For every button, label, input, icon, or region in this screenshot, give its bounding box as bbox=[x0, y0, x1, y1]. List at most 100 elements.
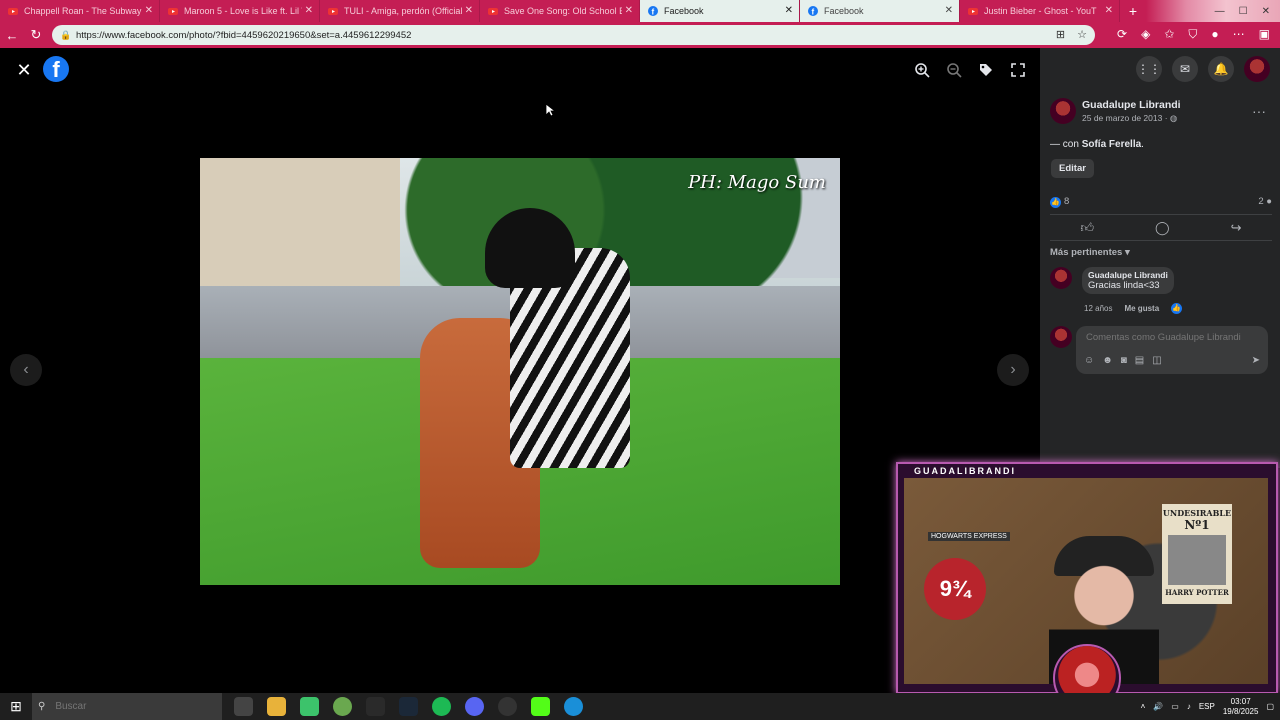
comment-sort-dropdown[interactable]: Más pertinentes ▾ bbox=[1050, 247, 1130, 258]
maximize-icon[interactable]: ☐ bbox=[1239, 6, 1248, 17]
comments-count-group[interactable]: 2 ● bbox=[1258, 196, 1272, 208]
webcam-overlay: GUADALIBRANDI HOGWARTS EXPRESS 9¾ UNDESI… bbox=[896, 462, 1278, 712]
tab-chappell-roan[interactable]: Chappell Roan - The Subway (Of ✕ bbox=[0, 0, 160, 22]
channel-name: GUADALIBRANDI bbox=[914, 466, 1016, 476]
likes-count-group[interactable]: 👍 8 bbox=[1050, 196, 1069, 208]
back-icon[interactable]: ← bbox=[0, 28, 24, 43]
facebook-logo-icon[interactable]: f bbox=[43, 56, 69, 82]
poster-name: HARRY POTTER bbox=[1165, 588, 1229, 597]
tab-title: Save One Song: Old School Editi bbox=[504, 6, 622, 16]
like-icon[interactable]: 👍︎ bbox=[1080, 220, 1094, 236]
favorite-star-icon[interactable]: ☆ bbox=[1077, 28, 1087, 41]
next-photo-button[interactable]: › bbox=[997, 354, 1029, 386]
file-explorer-icon[interactable] bbox=[267, 697, 286, 716]
fullscreen-icon[interactable] bbox=[1008, 62, 1028, 82]
tab-tuli[interactable]: TULI - Amiga, perdón (Official Vi ✕ bbox=[320, 0, 480, 22]
comment-like-button[interactable]: Me gusta bbox=[1124, 304, 1159, 313]
input-language[interactable]: ESP bbox=[1199, 702, 1215, 711]
previous-photo-button[interactable]: ‹ bbox=[10, 354, 42, 386]
url-box[interactable]: 🔒 ⊞ ☆ bbox=[52, 25, 1095, 45]
zoom-out-icon[interactable] bbox=[944, 62, 964, 82]
menu-grid-icon[interactable]: ⋮⋮ bbox=[1136, 56, 1162, 82]
kick-icon[interactable] bbox=[531, 697, 550, 716]
close-viewer-button[interactable]: ✕ bbox=[14, 60, 34, 80]
messenger-icon[interactable]: ✉ bbox=[1172, 56, 1198, 82]
system-tray: ˄ 🔊 ▭ ♪ ESP 03:07 19/8/2025 ▢ bbox=[1141, 693, 1274, 720]
refresh-icon[interactable]: ↻ bbox=[24, 27, 48, 43]
app-available-icon[interactable]: ⊞ bbox=[1056, 28, 1065, 41]
zoom-in-icon[interactable] bbox=[912, 62, 932, 82]
notifications-icon[interactable]: ▢ bbox=[1266, 702, 1274, 711]
shield-icon[interactable]: ⛉ bbox=[1188, 27, 1197, 42]
spotify-icon[interactable] bbox=[432, 697, 451, 716]
gif-icon[interactable]: ▤ bbox=[1135, 355, 1144, 366]
emoji-icon[interactable]: ☻ bbox=[1102, 355, 1113, 366]
close-tab-icon[interactable]: ✕ bbox=[465, 5, 473, 16]
new-tab-button[interactable]: + bbox=[1120, 0, 1146, 22]
comment-age[interactable]: 12 años bbox=[1084, 304, 1112, 313]
hogwarts-sign: HOGWARTS EXPRESS bbox=[928, 532, 1010, 541]
task-view-icon[interactable] bbox=[234, 697, 253, 716]
chevron-up-icon[interactable]: ˄ bbox=[1141, 702, 1146, 711]
tagged-person[interactable]: Sofía Ferella bbox=[1082, 139, 1141, 150]
tab-maroon-5[interactable]: Maroon 5 - Love is Like ft. Lil Wa ✕ bbox=[160, 0, 320, 22]
sticker-icon[interactable]: ◫ bbox=[1152, 355, 1161, 366]
comment-author[interactable]: Guadalupe Librandi bbox=[1088, 270, 1168, 280]
close-tab-icon[interactable]: ✕ bbox=[1105, 5, 1113, 16]
tab-justin-bieber[interactable]: Justin Bieber - Ghost - YouT ✕ bbox=[960, 0, 1120, 22]
favorites-icon[interactable]: ✩ bbox=[1164, 27, 1174, 42]
close-tab-icon[interactable]: ✕ bbox=[785, 5, 793, 16]
avatar-sticker-icon[interactable]: ☺ bbox=[1084, 355, 1094, 366]
tab-facebook[interactable]: f Facebook ✕ bbox=[800, 0, 960, 22]
comment-input[interactable] bbox=[1084, 331, 1258, 344]
close-tab-icon[interactable]: ✕ bbox=[945, 5, 953, 16]
send-icon[interactable]: ➤ bbox=[1252, 355, 1260, 366]
mouse-cursor-icon bbox=[545, 103, 555, 117]
extension-icon[interactable]: ◈ bbox=[1141, 27, 1150, 42]
taskbar-search-input[interactable] bbox=[53, 700, 208, 713]
minimize-icon[interactable]: — bbox=[1215, 6, 1225, 17]
network-icon[interactable]: ▭ bbox=[1171, 702, 1179, 711]
close-tab-icon[interactable]: ✕ bbox=[145, 5, 153, 16]
post-options-button[interactable]: ··· bbox=[1252, 103, 1266, 119]
edge-icon[interactable] bbox=[564, 697, 583, 716]
taskbar-search[interactable]: ⚲ bbox=[32, 693, 222, 720]
post-date[interactable]: 25 de marzo de 2013 · bbox=[1082, 113, 1170, 123]
camera-icon[interactable]: ◙ bbox=[1121, 355, 1127, 366]
edit-button[interactable]: Editar bbox=[1051, 159, 1094, 178]
steam-icon[interactable] bbox=[399, 697, 418, 716]
windows-start-icon[interactable]: ⊞ bbox=[0, 698, 32, 715]
obs-icon[interactable] bbox=[498, 697, 517, 716]
speaker-icon[interactable]: ♪ bbox=[1187, 702, 1191, 711]
composer-tools: ☺ ☻ ◙ ▤ ◫ bbox=[1084, 355, 1162, 366]
tab-save-one-song[interactable]: Save One Song: Old School Editi ✕ bbox=[480, 0, 640, 22]
discord-icon[interactable] bbox=[465, 697, 484, 716]
sync-icon[interactable]: ⟳ bbox=[1117, 27, 1127, 42]
volume-icon[interactable]: 🔊 bbox=[1153, 702, 1163, 711]
comment: Guadalupe Librandi Gracias linda<33 bbox=[1050, 267, 1174, 294]
author-avatar[interactable] bbox=[1050, 98, 1076, 124]
tab-facebook-active[interactable]: f Facebook ✕ bbox=[640, 0, 800, 22]
comment-box[interactable]: ☺ ☻ ◙ ▤ ◫ ➤ bbox=[1076, 326, 1268, 374]
account-avatar[interactable] bbox=[1244, 56, 1270, 82]
share-icon[interactable]: ↪ bbox=[1231, 220, 1242, 236]
clock[interactable]: 03:07 19/8/2025 bbox=[1223, 697, 1259, 717]
comment-icon[interactable]: ◯ bbox=[1155, 220, 1170, 236]
sidebar-icon[interactable]: ▣ bbox=[1259, 27, 1270, 42]
close-tab-icon[interactable]: ✕ bbox=[625, 5, 633, 16]
comments-count: 2 bbox=[1258, 196, 1264, 207]
commenter-avatar[interactable] bbox=[1050, 267, 1072, 289]
tab-title: TULI - Amiga, perdón (Official Vi bbox=[344, 6, 462, 16]
epic-games-icon[interactable] bbox=[366, 697, 385, 716]
url-input[interactable] bbox=[74, 28, 978, 42]
minecraft-icon[interactable] bbox=[300, 697, 319, 716]
notifications-bell-icon[interactable]: 🔔 bbox=[1208, 56, 1234, 82]
close-tab-icon[interactable]: ✕ bbox=[305, 5, 313, 16]
tag-icon[interactable] bbox=[976, 62, 996, 82]
post-author[interactable]: Guadalupe Librandi bbox=[1082, 99, 1181, 111]
xbox-icon[interactable] bbox=[333, 697, 352, 716]
profile-icon[interactable]: ● bbox=[1211, 27, 1218, 42]
youtube-icon bbox=[328, 6, 338, 16]
more-icon[interactable]: ⋯ bbox=[1233, 27, 1245, 42]
close-window-icon[interactable]: ✕ bbox=[1262, 6, 1270, 17]
